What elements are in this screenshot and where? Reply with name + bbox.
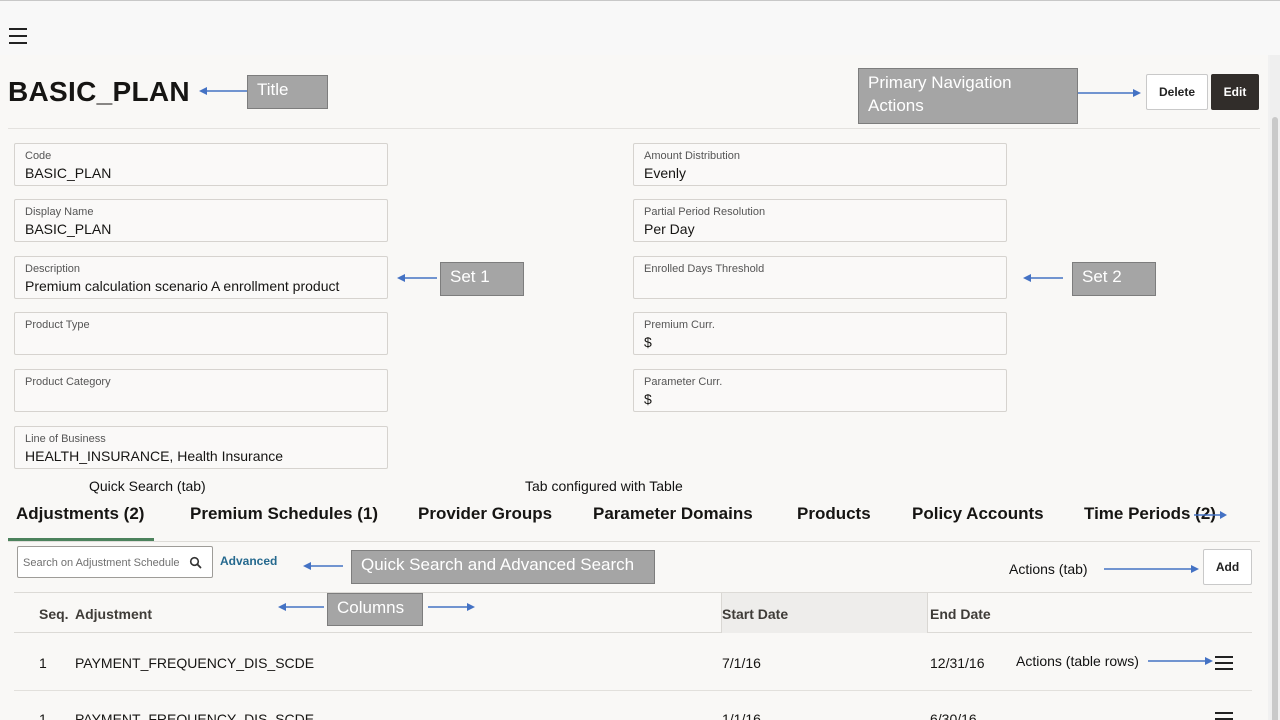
annotation-set-2: Set 2 (1072, 262, 1156, 296)
cell-start-date: 7/1/16 (722, 655, 761, 671)
annotation-quick-advanced-search: Quick Search and Advanced Search (351, 550, 655, 584)
column-header-adjustment[interactable]: Adjustment (75, 606, 152, 622)
annotation-tab-with-table: Tab configured with Table (525, 478, 683, 494)
page-title: BASIC_PLAN (8, 76, 190, 107)
scrollbar-thumb[interactable] (1272, 117, 1278, 720)
field-label: Partial Period Resolution (644, 206, 766, 218)
field-value: BASIC_PLAN (25, 221, 112, 237)
tab-policy-accounts[interactable]: Policy Accounts (912, 504, 1044, 524)
cell-end-date: 12/31/16 (930, 655, 985, 671)
header-divider (8, 128, 1260, 129)
cell-seq: 1 (39, 711, 47, 720)
annotation-actions-tab: Actions (tab) (1009, 561, 1088, 577)
top-bar (0, 0, 1280, 55)
tab-parameter-domains[interactable]: Parameter Domains (593, 504, 753, 524)
quick-search[interactable] (17, 546, 213, 578)
tab-provider-groups[interactable]: Provider Groups (418, 504, 552, 524)
annotation-title: Title (247, 75, 328, 109)
field-value: Per Day (644, 221, 695, 237)
field-label: Display Name (25, 206, 94, 218)
tabs-divider (8, 541, 1260, 542)
edit-button[interactable]: Edit (1211, 74, 1259, 110)
field-label: Enrolled Days Threshold (644, 263, 765, 275)
search-icon[interactable] (189, 556, 203, 570)
field-label: Product Type (25, 319, 90, 331)
description-field[interactable]: Description Premium calculation scenario… (14, 256, 388, 299)
add-button[interactable]: Add (1203, 549, 1252, 585)
field-label: Parameter Curr. (644, 376, 723, 388)
arrow-right-icon[interactable] (1194, 505, 1228, 525)
premium-currency-field[interactable]: Premium Curr. $ (633, 312, 1007, 355)
field-label: Premium Curr. (644, 319, 715, 331)
annotation-primary-navigation: Primary Navigation Actions (858, 68, 1078, 124)
line-of-business-field[interactable]: Line of Business HEALTH_INSURANCE, Healt… (14, 426, 388, 469)
annotation-set-1: Set 1 (440, 262, 524, 296)
annotation-arrow-right-icon (428, 603, 475, 611)
annotation-arrow-left-icon (278, 603, 324, 611)
cell-adjustment[interactable]: PAYMENT_FREQUENCY_DIS_SCDE (75, 711, 314, 720)
field-label: Description (25, 263, 81, 275)
column-header-start-date[interactable]: Start Date (722, 606, 788, 622)
code-field[interactable]: Code BASIC_PLAN (14, 143, 388, 186)
field-value: Evenly (644, 165, 687, 181)
field-value: Premium calculation scenario A enrollmen… (25, 278, 340, 294)
vertical-scrollbar[interactable] (1270, 55, 1280, 720)
row-actions-hamburger-icon[interactable] (1215, 712, 1233, 720)
annotation-arrow-left-icon (1023, 274, 1063, 282)
annotation-columns: Columns (327, 593, 423, 626)
field-value: BASIC_PLAN (25, 165, 112, 181)
parameter-currency-field[interactable]: Parameter Curr. $ (633, 369, 1007, 412)
amount-distribution-field[interactable]: Amount Distribution Evenly (633, 143, 1007, 186)
product-category-field[interactable]: Product Category (14, 369, 388, 412)
annotation-arrow-left-icon (199, 87, 247, 95)
field-label: Amount Distribution (644, 150, 740, 162)
tab-products[interactable]: Products (797, 504, 871, 524)
delete-button[interactable]: Delete (1146, 74, 1208, 110)
tab-adjustments[interactable]: Adjustments (2) (16, 504, 144, 524)
field-label: Code (25, 150, 52, 162)
annotation-arrow-right-icon (1148, 657, 1213, 665)
row-divider (14, 690, 1252, 691)
cell-seq: 1 (39, 655, 47, 671)
product-type-field[interactable]: Product Type (14, 312, 388, 355)
display-name-field[interactable]: Display Name BASIC_PLAN (14, 199, 388, 242)
field-value: $ (644, 391, 652, 407)
column-header-seq[interactable]: Seq. (39, 606, 69, 622)
field-label: Line of Business (25, 433, 106, 445)
cell-start-date: 1/1/16 (722, 711, 761, 720)
annotation-arrow-right-icon (1104, 565, 1199, 573)
field-value: $ (644, 334, 652, 350)
annotation-actions-table-rows: Actions (table rows) (1016, 653, 1139, 669)
annotation-arrow-right-icon (1078, 89, 1141, 97)
annotation-arrow-left-icon (303, 562, 343, 570)
annotation-quick-search-tab: Quick Search (tab) (89, 478, 206, 494)
advanced-search-link[interactable]: Advanced (220, 554, 277, 568)
column-header-end-date[interactable]: End Date (930, 606, 991, 622)
search-input[interactable] (23, 554, 183, 572)
annotation-arrow-left-icon (397, 274, 437, 282)
hamburger-menu-icon[interactable] (9, 28, 27, 44)
field-label: Product Category (25, 376, 111, 388)
table-header (14, 592, 1252, 633)
field-value: HEALTH_INSURANCE, Health Insurance (25, 448, 284, 464)
cell-end-date: 6/30/16 (930, 711, 977, 720)
row-actions-hamburger-icon[interactable] (1215, 656, 1233, 670)
tab-premium-schedules[interactable]: Premium Schedules (1) (190, 504, 378, 524)
partial-period-resolution-field[interactable]: Partial Period Resolution Per Day (633, 199, 1007, 242)
cell-adjustment[interactable]: PAYMENT_FREQUENCY_DIS_SCDE (75, 655, 314, 671)
enrolled-days-threshold-field[interactable]: Enrolled Days Threshold (633, 256, 1007, 299)
